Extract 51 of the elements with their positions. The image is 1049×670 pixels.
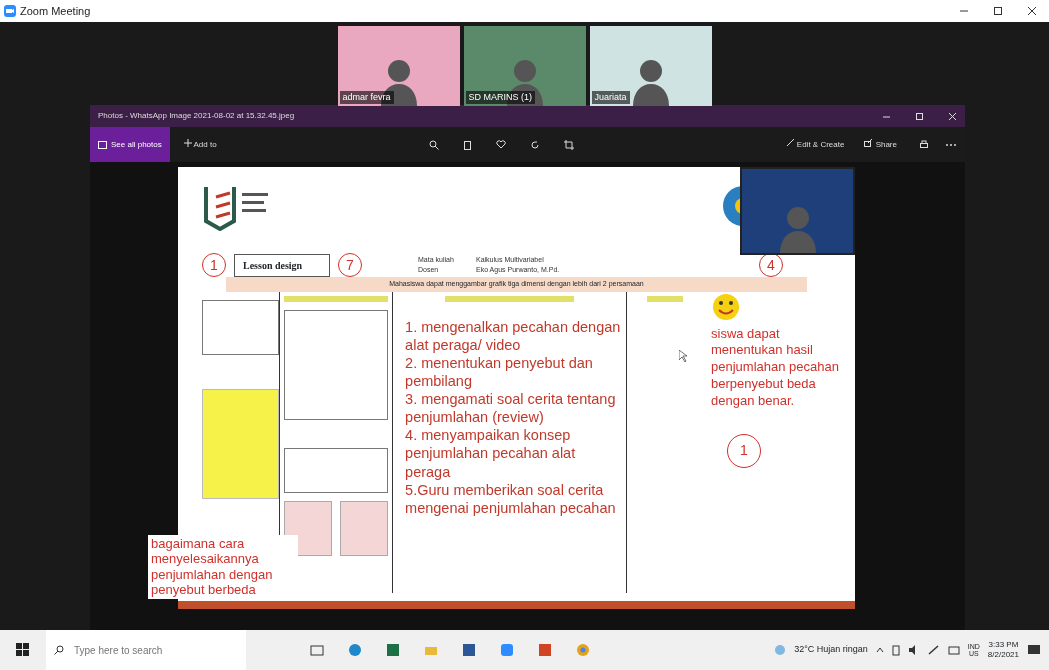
more-icon[interactable] [945,142,957,147]
step-text: 3. mengamati soal cerita tentang penjumlahan (review) [404,390,617,427]
heart-icon[interactable] [495,139,506,149]
spreadsheet-app-icon[interactable] [386,643,400,657]
window-title: Zoom Meeting [20,3,91,19]
presentation-app-icon[interactable] [538,643,552,657]
heading-highlight [646,295,683,302]
handwritten-note: siswa dapat menentukan hasil penjumlahan pecahan berpenyebut beda dengan benar. [711,325,839,410]
mouse-cursor-icon [678,349,687,362]
edit-create-button[interactable]: Edit & Create [779,138,851,151]
share-icon [864,138,874,147]
document-app-icon[interactable] [462,643,476,657]
participant-name: Juariata [591,90,630,104]
participant-name: admar fevra [339,90,394,104]
zoom-icon[interactable] [428,139,439,150]
chevron-up-icon[interactable] [875,647,884,653]
step-text: 5.Guru memberikan soal cerita mengenai penjumlahan pecahan [404,480,617,517]
print-icon[interactable] [919,139,929,150]
step-text: 4. menyampaikan konsep penjumlahan pecahan alat peraga [404,426,577,481]
search-icon [54,645,64,655]
zoom-logo-icon [4,5,16,17]
plus-icon [183,138,192,147]
video-app-icon[interactable] [500,643,514,657]
edit-icon [785,138,795,147]
windows-start-icon[interactable] [16,643,30,657]
maximize-icon[interactable] [993,6,1003,16]
notification-icon[interactable] [1027,643,1041,657]
pen-icon[interactable] [927,645,940,655]
battery-icon[interactable] [891,644,900,656]
handwritten-note: bagaimana cara menyelesaikannya penjumlahan dengan penyebut berbeda [148,534,298,599]
lesson-design-label: Lesson design [234,253,330,277]
window-title: Photos - WhatsApp Image 2021-08-02 at 15.32.45.jpeg [98,110,295,122]
step-text: 1. mengenalkan pecahan dengan alat peraga/ video [404,317,622,354]
task-view-icon[interactable] [310,643,324,657]
search-field[interactable]: Type here to search [46,630,246,670]
close-icon[interactable] [1027,6,1037,16]
add-to-button[interactable]: Add to [177,138,223,151]
clock-time: 3:33 PM [987,640,1019,650]
browser-icon[interactable] [348,643,362,657]
see-all-photos-button[interactable]: See all photos [90,127,170,162]
crop-icon[interactable] [563,139,574,150]
step-text: 2. menentukan penyebut dan pembilang [404,353,594,390]
note-card [340,500,389,556]
weather-text: 32°C Hujan ringan [794,643,868,657]
participant-name: SD MARINS (1) [465,90,535,104]
weather-icon [774,644,787,656]
clock-date: 8/2/2021 [987,650,1019,660]
rotate-icon[interactable] [529,139,540,150]
chrome-browser-icon[interactable] [576,643,590,657]
share-button[interactable]: Share [858,138,903,151]
photo-icon [98,140,107,149]
